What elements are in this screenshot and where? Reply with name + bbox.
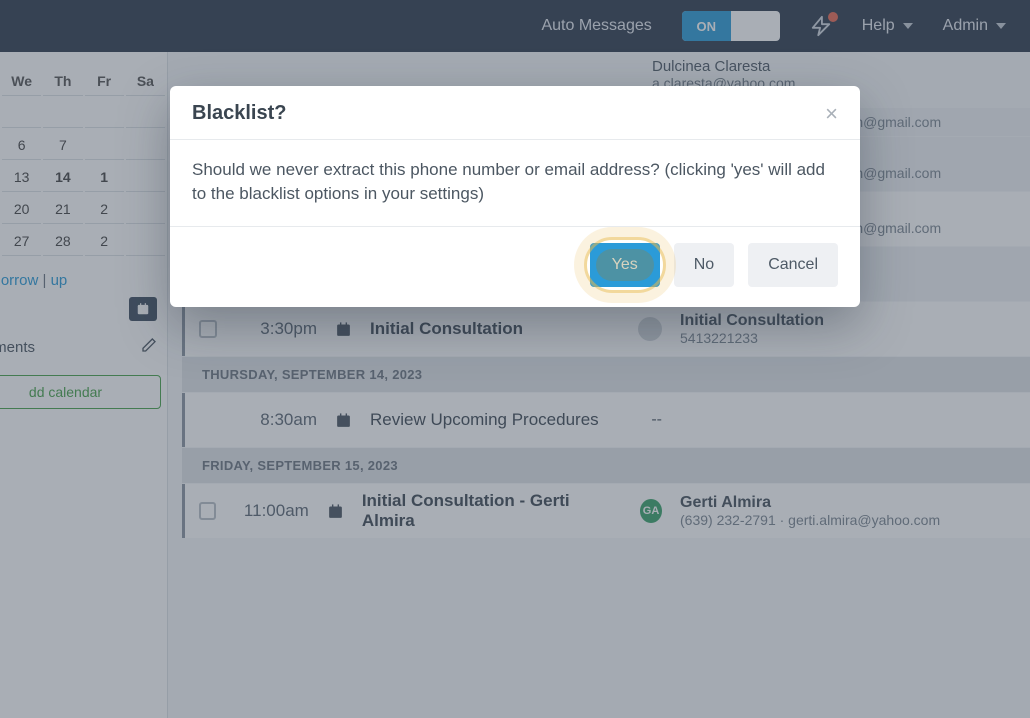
- modal-footer: Yes No Cancel: [170, 227, 860, 307]
- no-button[interactable]: No: [674, 243, 734, 287]
- blacklist-modal: Blacklist? × Should we never extract thi…: [170, 86, 860, 307]
- modal-title: Blacklist?: [192, 102, 286, 125]
- modal-body: Should we never extract this phone numbe…: [170, 140, 860, 227]
- yes-button[interactable]: Yes: [590, 243, 660, 287]
- close-icon[interactable]: ×: [825, 103, 838, 125]
- cancel-button[interactable]: Cancel: [748, 243, 838, 287]
